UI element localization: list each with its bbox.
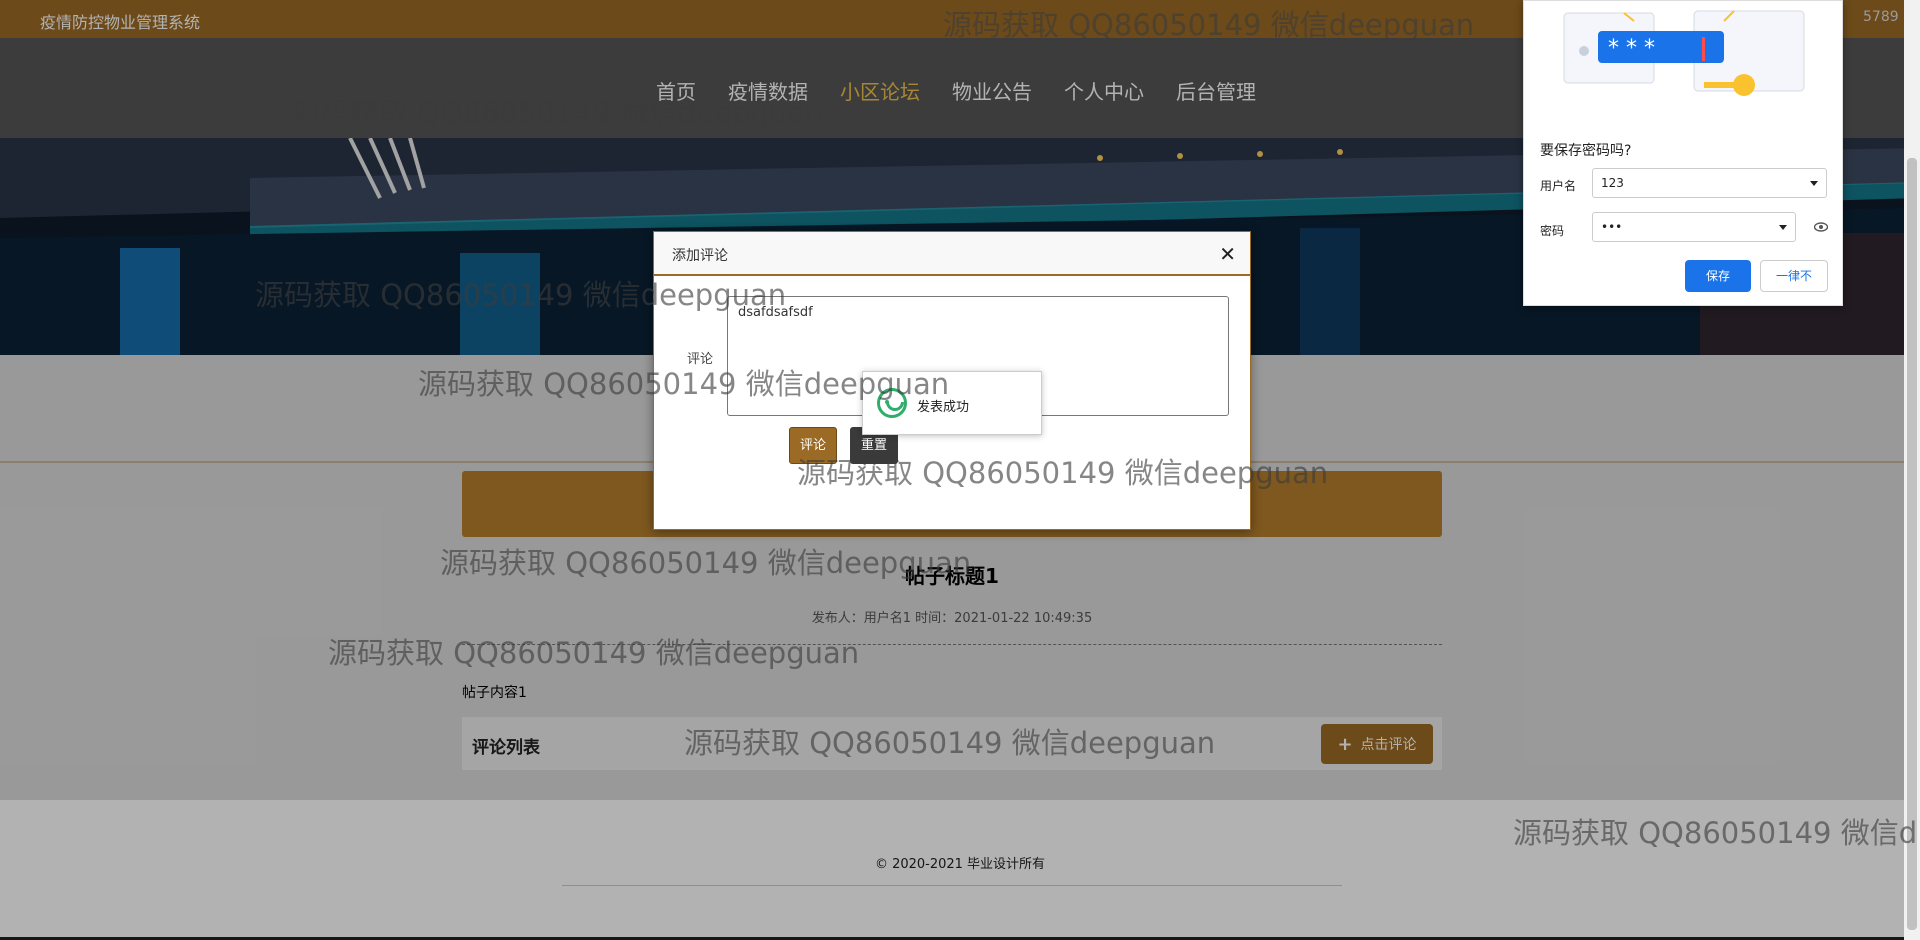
eye-icon[interactable] xyxy=(1814,220,1828,234)
username-value: 123 xyxy=(1601,176,1624,190)
close-icon[interactable]: ✕ xyxy=(1219,242,1236,266)
password-field[interactable]: ••• xyxy=(1592,212,1796,242)
username-label: 用户名 xyxy=(1540,179,1577,193)
password-label: 密码 xyxy=(1540,224,1565,238)
never-save-button[interactable]: 一律不 xyxy=(1760,260,1828,292)
password-stars: * * * xyxy=(1608,36,1655,61)
success-toast: 发表成功 xyxy=(862,371,1042,435)
save-password-button[interactable]: 保存 xyxy=(1685,260,1751,292)
save-password-popup: * * * 要保存密码吗? 用户名 123 密码 ••• 保存 一律不 xyxy=(1523,0,1843,306)
username-field[interactable]: 123 xyxy=(1592,168,1827,198)
comment-label: 评论 xyxy=(687,352,714,367)
toast-message: 发表成功 xyxy=(917,400,970,415)
dialog-header: 添加评论 ✕ xyxy=(654,232,1250,276)
page-scrollbar[interactable] xyxy=(1904,0,1920,940)
chevron-down-icon xyxy=(1779,225,1787,230)
chevron-down-icon xyxy=(1810,181,1818,186)
dialog-title: 添加评论 xyxy=(672,248,728,264)
save-password-title: 要保存密码吗? xyxy=(1540,143,1632,159)
scrollbar-thumb[interactable] xyxy=(1907,158,1917,930)
smile-icon xyxy=(877,388,907,418)
password-value: ••• xyxy=(1601,220,1623,234)
password-illustration: * * * xyxy=(1563,10,1805,96)
submit-comment-button[interactable]: 评论 xyxy=(789,427,837,464)
